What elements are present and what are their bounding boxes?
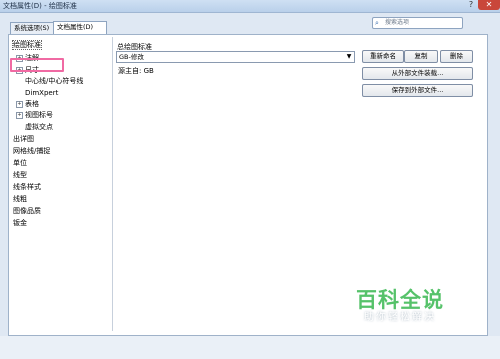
standard-select-value: GB-修改	[119, 53, 144, 61]
tree-item-sheet-metal[interactable]: 钣金	[13, 219, 27, 227]
tree-item-view-labels[interactable]: 视图标号	[25, 111, 53, 119]
tree-item-line-style[interactable]: 线条样式	[13, 183, 41, 191]
tree-item-drafting-standard[interactable]: 绘图标准	[12, 40, 42, 50]
tree-item-tables[interactable]: 表格	[25, 100, 39, 108]
watermark-subtitle: 助你轻松解决	[364, 312, 436, 323]
tree-item-dimensions[interactable]: 尺寸	[25, 66, 39, 74]
tab-document-properties[interactable]: 文档属性(D)	[53, 21, 107, 34]
tree-item-units[interactable]: 单位	[13, 159, 27, 167]
expand-icon[interactable]: +	[16, 55, 23, 62]
close-icon[interactable]: ✕	[478, 0, 500, 10]
search-icon: ⌕	[375, 19, 379, 27]
expand-icon[interactable]: +	[16, 112, 23, 119]
tree-item-dimxpert[interactable]: DimXpert	[25, 89, 58, 97]
search-placeholder: 搜索选项	[385, 19, 410, 26]
expand-icon[interactable]: +	[16, 101, 23, 108]
tree-item-centerlines[interactable]: 中心线/中心符号线	[25, 77, 83, 85]
watermark-title: 百科全说	[356, 288, 444, 312]
tree-item-line-font[interactable]: 线型	[13, 171, 27, 179]
tree-item-detailing[interactable]: 出详图	[13, 135, 34, 143]
base-standard-label: 源主自: GB	[118, 67, 154, 75]
tree-item-virtual-sharps[interactable]: 虚拟交点	[25, 123, 53, 131]
save-to-file-button[interactable]: 保存到外部文件...	[362, 84, 473, 97]
rename-button[interactable]: 重新命名	[362, 50, 404, 63]
watermark: 百科全说 助你轻松解决	[340, 288, 460, 324]
tree-item-line-thickness[interactable]: 线粗	[13, 195, 27, 203]
tab-system-options[interactable]: 系统选项(S)	[10, 22, 56, 34]
standard-select[interactable]: GB-修改 ▼	[116, 51, 355, 63]
help-icon[interactable]: ?	[464, 0, 478, 10]
load-from-file-button[interactable]: 从外部文件装载...	[362, 67, 473, 80]
delete-button[interactable]: 删除	[440, 50, 473, 63]
tree-item-annotations[interactable]: 注解	[25, 54, 39, 62]
search-box[interactable]: ⌕ 搜索选项	[372, 17, 463, 29]
chevron-down-icon: ▼	[346, 53, 352, 60]
dialog-footer	[0, 336, 500, 359]
options-tree: 绘图标准 + 注解 + 尺寸 中心线/中心符号线 DimXpert + 表格 +…	[10, 37, 113, 331]
window-title: 文档属性(D) - 绘图标准	[3, 2, 77, 10]
copy-button[interactable]: 复制	[404, 50, 438, 63]
tree-item-image-quality[interactable]: 图像品质	[13, 207, 41, 215]
title-bar: 文档属性(D) - 绘图标准 ? ✕	[0, 0, 500, 13]
expand-icon[interactable]: +	[16, 67, 23, 74]
tree-item-grid-snap[interactable]: 网格线/捕捉	[13, 147, 50, 155]
